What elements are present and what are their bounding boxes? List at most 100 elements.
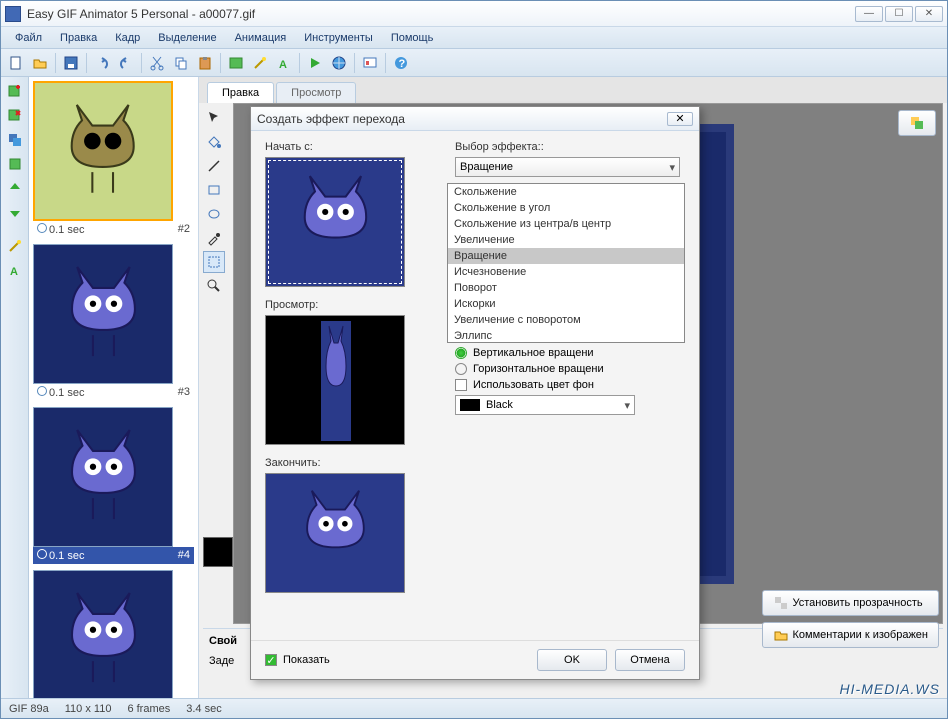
- cancel-button[interactable]: Отмена: [615, 649, 685, 671]
- dialog-close-button[interactable]: ✕: [667, 112, 693, 126]
- paste-icon[interactable]: [194, 52, 216, 74]
- menu-file[interactable]: Файл: [7, 30, 50, 46]
- menu-animation[interactable]: Анимация: [227, 30, 295, 46]
- undo-icon[interactable]: [91, 52, 113, 74]
- color-swatch[interactable]: [203, 537, 233, 567]
- svg-text:A: A: [279, 59, 287, 71]
- transition-effect-dialog: Создать эффект перехода ✕ Начать с: Прос…: [250, 106, 700, 680]
- frame-item[interactable]: 0.1 sec#4: [33, 407, 194, 564]
- preview-label: Просмотр:: [265, 299, 435, 311]
- tab-preview[interactable]: Просмотр: [276, 82, 356, 103]
- frame-index: #4: [178, 549, 190, 562]
- dd-item[interactable]: Скольжение: [448, 184, 684, 200]
- menu-help[interactable]: Помощь: [383, 30, 442, 46]
- frame-index: #2: [178, 223, 190, 236]
- frame-duration: 0.1 sec: [37, 386, 84, 399]
- move-up-icon[interactable]: [4, 177, 26, 199]
- dd-item[interactable]: Скольжение из центра/в центр: [448, 216, 684, 232]
- menu-edit[interactable]: Правка: [52, 30, 105, 46]
- ellipse-tool-icon[interactable]: [203, 203, 225, 225]
- dd-item[interactable]: Увеличение: [448, 232, 684, 248]
- menubar: Файл Правка Кадр Выделение Анимация Инст…: [1, 27, 947, 49]
- select-tool-icon[interactable]: [203, 251, 225, 273]
- end-label: Закончить:: [265, 457, 435, 469]
- frame-thumbnail[interactable]: [33, 81, 173, 221]
- frame-item[interactable]: [33, 570, 194, 698]
- fill-tool-icon[interactable]: [203, 131, 225, 153]
- dd-item[interactable]: Скольжение в угол: [448, 200, 684, 216]
- status-format: GIF 89a: [9, 703, 49, 715]
- globe-icon[interactable]: [328, 52, 350, 74]
- ok-button[interactable]: OK: [537, 649, 607, 671]
- start-label: Начать с:: [265, 141, 435, 153]
- show-checkbox[interactable]: ✓Показать: [265, 654, 330, 666]
- move-down-icon[interactable]: [4, 201, 26, 223]
- layers-icon[interactable]: [898, 110, 936, 136]
- rect-tool-icon[interactable]: [203, 179, 225, 201]
- svg-text:A: A: [10, 266, 18, 278]
- horizontal-rotation-radio[interactable]: Горизонтальное вращени: [455, 363, 685, 375]
- image-comments-button[interactable]: Комментарии к изображен: [762, 622, 939, 648]
- status-frames: 6 frames: [127, 703, 170, 715]
- hrot-label: Горизонтальное вращени: [473, 363, 604, 375]
- frame-item[interactable]: 0.1 sec #2: [33, 81, 194, 238]
- end-frame-thumb[interactable]: [265, 473, 405, 593]
- eyedropper-tool-icon[interactable]: [203, 227, 225, 249]
- text-icon[interactable]: A: [273, 52, 295, 74]
- menu-frame[interactable]: Кадр: [107, 30, 148, 46]
- image-icon[interactable]: [225, 52, 247, 74]
- frame-thumbnail[interactable]: [33, 244, 173, 384]
- frame-thumbnail[interactable]: [33, 570, 173, 698]
- text-frame-icon[interactable]: A: [4, 259, 26, 281]
- effect-combo[interactable]: Вращение: [455, 157, 680, 177]
- dd-item[interactable]: Увеличение с поворотом: [448, 312, 684, 328]
- new-icon[interactable]: [5, 52, 27, 74]
- preview-icon[interactable]: [359, 52, 381, 74]
- svg-text:?: ?: [399, 58, 406, 70]
- watermark: HI-MEDIA.WS: [840, 681, 940, 697]
- effect-label: Выбор эффекта::: [455, 141, 685, 153]
- copy-icon[interactable]: [170, 52, 192, 74]
- preview-thumb: [265, 315, 405, 445]
- redo-icon[interactable]: [115, 52, 137, 74]
- delete-frame-icon[interactable]: [4, 105, 26, 127]
- vertical-rotation-radio[interactable]: Вертикальное вращени: [455, 347, 685, 359]
- blank-frame-icon[interactable]: [4, 153, 26, 175]
- close-button[interactable]: ✕: [915, 6, 943, 22]
- help-icon[interactable]: ?: [390, 52, 412, 74]
- dd-item[interactable]: Исчезновение: [448, 264, 684, 280]
- start-frame-thumb[interactable]: [265, 157, 405, 287]
- dd-item[interactable]: Вращение: [448, 248, 684, 264]
- effects-icon[interactable]: [4, 235, 26, 257]
- show-label: Показать: [283, 654, 330, 666]
- dd-item[interactable]: Эллипс: [448, 328, 684, 343]
- use-bg-color-checkbox[interactable]: Использовать цвет фон: [455, 379, 685, 391]
- toolbar: A ?: [1, 49, 947, 77]
- save-icon[interactable]: [60, 52, 82, 74]
- titlebar: Easy GIF Animator 5 Personal - a00077.gi…: [1, 1, 947, 27]
- wand-icon[interactable]: [249, 52, 271, 74]
- play-icon[interactable]: [304, 52, 326, 74]
- line-tool-icon[interactable]: [203, 155, 225, 177]
- usebg-label: Использовать цвет фон: [473, 379, 594, 391]
- dd-item[interactable]: Искорки: [448, 296, 684, 312]
- cut-icon[interactable]: [146, 52, 168, 74]
- minimize-button[interactable]: —: [855, 6, 883, 22]
- bg-color-combo[interactable]: Black: [455, 395, 635, 415]
- duplicate-frame-icon[interactable]: [4, 129, 26, 151]
- menu-selection[interactable]: Выделение: [150, 30, 224, 46]
- frame-duration: 0.1 sec: [37, 223, 84, 236]
- dd-item[interactable]: Поворот: [448, 280, 684, 296]
- maximize-button[interactable]: ☐: [885, 6, 913, 22]
- open-icon[interactable]: [29, 52, 51, 74]
- frame-item[interactable]: 0.1 sec #3: [33, 244, 194, 401]
- menu-tools[interactable]: Инструменты: [296, 30, 381, 46]
- effect-dropdown-list[interactable]: Скольжение Скольжение в угол Скольжение …: [447, 183, 685, 343]
- set-transparency-button[interactable]: Установить прозрачность: [762, 590, 939, 616]
- add-frame-icon[interactable]: [4, 81, 26, 103]
- tab-edit[interactable]: Правка: [207, 82, 274, 103]
- zoom-tool-icon[interactable]: [203, 275, 225, 297]
- pointer-tool-icon[interactable]: [203, 107, 225, 129]
- frame-index: #3: [178, 386, 190, 399]
- frame-thumbnail[interactable]: [33, 407, 173, 547]
